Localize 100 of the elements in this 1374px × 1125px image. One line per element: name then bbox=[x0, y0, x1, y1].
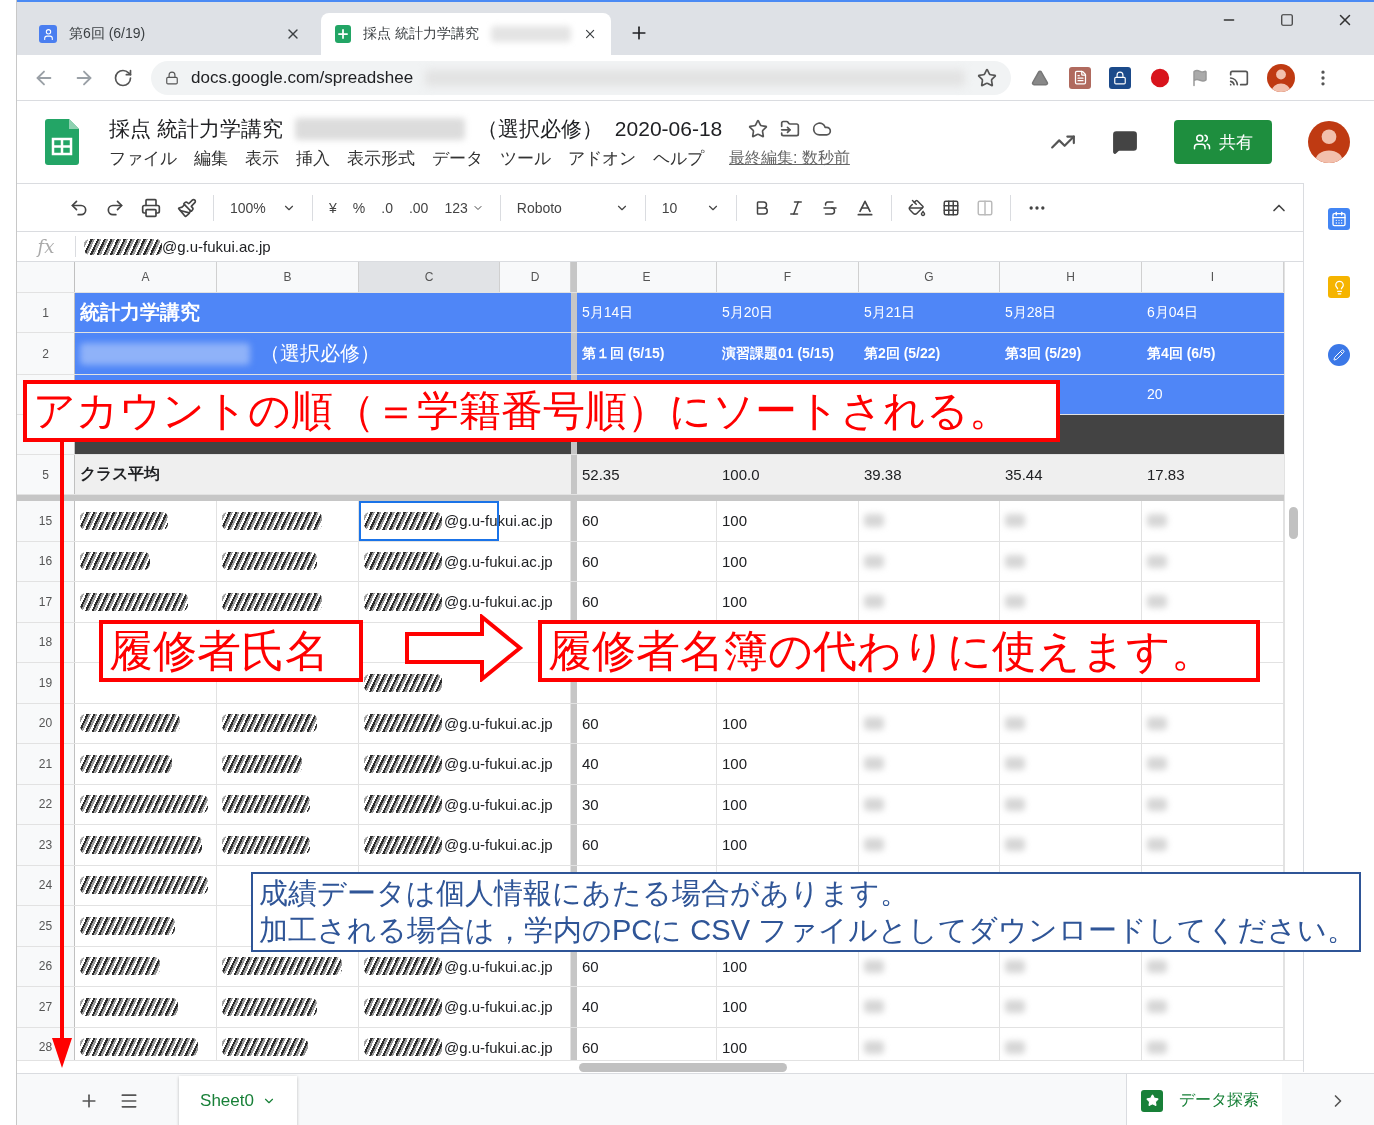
formula-value[interactable]: @g.u-fukui.ac.jp bbox=[162, 238, 271, 255]
sheets-icon bbox=[335, 25, 351, 43]
menu-item[interactable]: データ bbox=[432, 146, 483, 170]
lock-icon bbox=[165, 70, 179, 85]
menu-item[interactable]: 表示 bbox=[245, 146, 279, 170]
scrollbar-thumb[interactable] bbox=[1289, 507, 1298, 539]
sort-note: アカウントの順（＝学籍番号順）にソートされる。 bbox=[23, 380, 1060, 442]
blurred-value bbox=[1147, 959, 1167, 973]
comment-icon[interactable] bbox=[1112, 129, 1138, 155]
sheet-tab[interactable]: Sheet0 bbox=[179, 1075, 297, 1125]
pdf-icon[interactable] bbox=[1069, 66, 1091, 89]
table-cell-text: 第１回 (5/15) bbox=[581, 344, 666, 364]
table-cell: 60 bbox=[577, 825, 717, 865]
menu-item[interactable]: ツール bbox=[500, 146, 551, 170]
blurred-value bbox=[1005, 797, 1025, 811]
table-cell: 100 bbox=[717, 541, 859, 581]
font-dropdown[interactable]: Roboto bbox=[516, 199, 629, 216]
blurred-value bbox=[1147, 757, 1167, 771]
paint-format-icon[interactable] bbox=[177, 197, 197, 218]
menu-item[interactable]: ファイル bbox=[109, 146, 177, 170]
blurred-value bbox=[864, 554, 884, 568]
blurred-value bbox=[1147, 1040, 1167, 1054]
table-cell: 40 bbox=[577, 987, 717, 1027]
reload-icon[interactable] bbox=[113, 67, 133, 88]
menu-item[interactable]: アドオン bbox=[568, 146, 636, 170]
profile-avatar[interactable] bbox=[1267, 63, 1295, 92]
document-title[interactable]: 採点 統計力学講究 bbox=[109, 114, 283, 143]
redo-icon[interactable] bbox=[105, 197, 125, 218]
browser-tab[interactable]: 採点 統計力学講究 bbox=[321, 13, 611, 55]
menu-item[interactable]: 挿入 bbox=[296, 146, 330, 170]
blurred-value bbox=[864, 514, 884, 528]
circle-icon[interactable] bbox=[1149, 66, 1171, 89]
percent-button[interactable]: % bbox=[352, 199, 366, 216]
blurred-value bbox=[1005, 1040, 1025, 1054]
email-text: @g.u-fukui.ac.jp bbox=[444, 836, 553, 854]
document-date: 2020-06-18 bbox=[614, 116, 723, 141]
table-cell: 60 bbox=[577, 703, 717, 743]
table-cell: 60 bbox=[577, 541, 717, 581]
folder-icon[interactable] bbox=[780, 118, 801, 139]
table-cell-text: 第4回 (6/5) bbox=[1146, 344, 1217, 364]
scrollbar-thumb[interactable] bbox=[579, 1062, 787, 1072]
increase-decimals-button[interactable]: .00 bbox=[408, 199, 429, 216]
address-field[interactable]: docs.google.com/spreadshee bbox=[151, 60, 1011, 95]
blurred-value bbox=[1147, 716, 1167, 730]
currency-button[interactable]: ¥ bbox=[329, 199, 337, 216]
account-avatar[interactable] bbox=[1308, 121, 1350, 163]
blurred-value bbox=[1005, 838, 1025, 852]
table-cell-text: 52.35 bbox=[581, 465, 621, 485]
zoom-dropdown[interactable]: 100% bbox=[230, 199, 296, 216]
row-number: 17 bbox=[17, 582, 75, 622]
blurred-value bbox=[1005, 514, 1025, 528]
blurred-value bbox=[864, 757, 884, 771]
table-cell: 100 bbox=[717, 703, 859, 743]
sheets-logo bbox=[45, 119, 79, 165]
blurred-value bbox=[1005, 1000, 1025, 1014]
strikethrough-icon[interactable] bbox=[820, 198, 839, 217]
decrease-decimals-button[interactable]: .0 bbox=[381, 199, 393, 216]
fill-color-icon[interactable] bbox=[907, 198, 926, 217]
row-number: 5 bbox=[17, 455, 75, 494]
blurred-value bbox=[1005, 716, 1025, 730]
blurred-value bbox=[864, 595, 884, 609]
table-cell-text: 20 bbox=[1146, 385, 1164, 405]
share-button[interactable]: 共有 bbox=[1174, 120, 1272, 164]
menu-item[interactable]: 表示形式 bbox=[347, 146, 415, 170]
browser-tab[interactable]: 第6回 (6/19) bbox=[25, 13, 315, 55]
print-icon[interactable] bbox=[141, 197, 161, 218]
table-cell-text: 演習課題01 (5/15) bbox=[721, 344, 836, 364]
blurred-value bbox=[864, 716, 884, 730]
star-icon[interactable] bbox=[748, 118, 769, 139]
merge-cells-icon[interactable] bbox=[975, 198, 994, 217]
pencil-icon[interactable] bbox=[1328, 344, 1350, 366]
explore-button[interactable]: データ探索 bbox=[1126, 1074, 1282, 1125]
row-number: 19 bbox=[17, 663, 75, 703]
roster-note: 履修者名簿の代わりに使えます。 bbox=[538, 620, 1260, 682]
number-format-dropdown[interactable]: 123 bbox=[444, 199, 484, 216]
table-cell-text: 統計力学講究 bbox=[79, 300, 201, 325]
table-cell-text: 第2回 (5/22) bbox=[863, 344, 942, 364]
menu-item[interactable]: ヘルプ bbox=[653, 146, 704, 170]
table-cell-text: 17.83 bbox=[1146, 465, 1186, 485]
star-icon[interactable] bbox=[977, 67, 997, 88]
last-edit-link[interactable]: 最終編集: 数秒前 bbox=[729, 147, 850, 169]
undo-icon[interactable] bbox=[69, 197, 89, 218]
email-text: @g.u-fukui.ac.jp bbox=[444, 998, 553, 1016]
blurred-value bbox=[1005, 959, 1025, 973]
calendar-icon[interactable] bbox=[1328, 208, 1350, 230]
lock-icon[interactable] bbox=[1109, 66, 1131, 89]
maximize-icon[interactable] bbox=[1280, 13, 1294, 27]
table-cell: 30 bbox=[577, 784, 717, 824]
table-cell-text: 第3回 (5/29) bbox=[1004, 344, 1083, 364]
row-number: 2 bbox=[17, 333, 75, 374]
table-cell: 100 bbox=[717, 784, 859, 824]
font-size-dropdown[interactable]: 10 bbox=[661, 199, 720, 216]
menu-item[interactable]: 編集 bbox=[194, 146, 228, 170]
blurred-value bbox=[1005, 595, 1025, 609]
table-cell: 100 bbox=[717, 744, 859, 784]
table-cell: 40 bbox=[577, 744, 717, 784]
email-text: @g.u-fukui.ac.jp bbox=[444, 593, 553, 611]
column-header[interactable]: C bbox=[359, 262, 500, 292]
blurred-value bbox=[864, 1000, 884, 1014]
borders-icon[interactable] bbox=[941, 198, 960, 217]
